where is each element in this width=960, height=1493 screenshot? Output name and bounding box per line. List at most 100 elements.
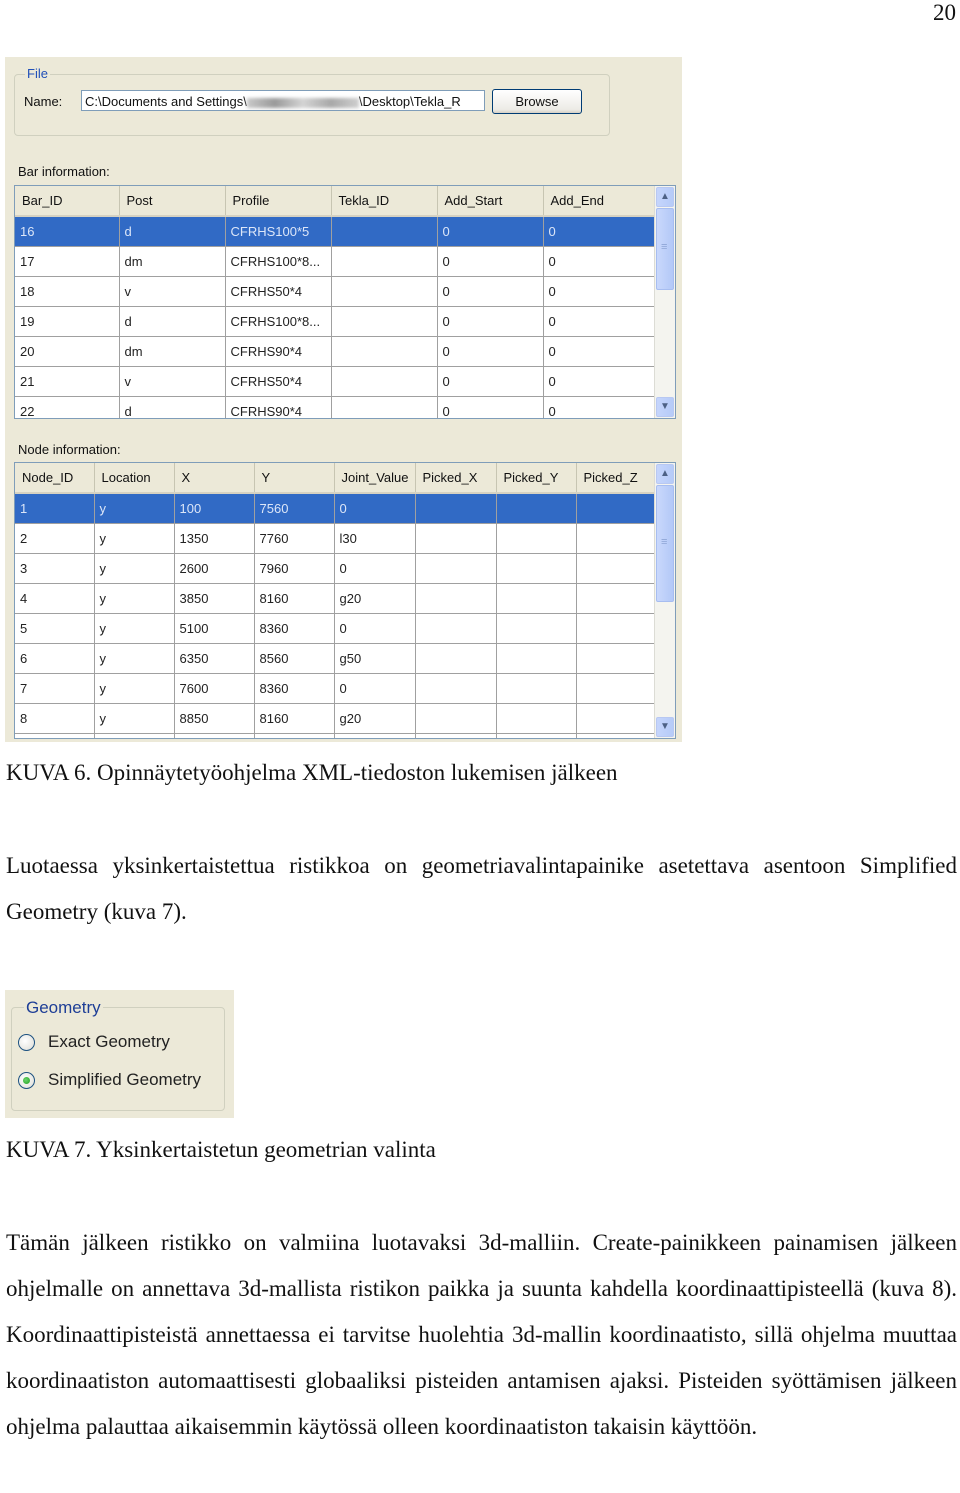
bar-table-cell[interactable] <box>331 306 438 337</box>
bar-table-row[interactable]: 19 d CFRHS100*8... 0 0 <box>15 306 655 337</box>
node-table-cell[interactable]: 8160 <box>254 703 335 734</box>
scroll-up-arrow-icon[interactable]: ▲ <box>656 464 674 484</box>
node-table-cell[interactable] <box>496 553 577 584</box>
node-column-header[interactable]: Y <box>254 463 335 494</box>
node-table-cell[interactable]: 1 <box>15 493 95 524</box>
bar-table-cell[interactable]: d <box>119 306 226 337</box>
node-information-grid[interactable]: Node_ID Location X Y Joint_Value Picked_X Pick… <box>14 462 676 739</box>
node-table-cell[interactable]: 0 <box>334 613 416 644</box>
node-table-cell[interactable] <box>576 553 657 584</box>
node-column-header[interactable]: Picked_X <box>415 463 497 494</box>
bar-table-row[interactable]: 17 dm CFRHS100*8... 0 0 <box>15 246 655 277</box>
node-table-cell[interactable]: 100 <box>174 493 255 524</box>
node-column-header[interactable]: Joint_Value <box>334 463 416 494</box>
bar-column-header[interactable]: Tekla_ID <box>331 186 438 217</box>
browse-button[interactable]: Browse <box>492 89 582 114</box>
node-column-header[interactable]: Picked_Y <box>496 463 577 494</box>
node-table-cell[interactable]: y <box>94 703 175 734</box>
bar-table-cell[interactable] <box>331 246 438 277</box>
bar-table-cell[interactable]: 19 <box>15 306 120 337</box>
bar-table-cell[interactable]: CFRHS50*4 <box>225 366 332 397</box>
bar-table-cell[interactable] <box>331 336 438 367</box>
bar-column-header[interactable]: Profile <box>225 186 332 217</box>
node-table-cell[interactable] <box>576 583 657 614</box>
node-column-header[interactable]: Node_ID <box>15 463 95 494</box>
node-table-cell[interactable]: y <box>94 733 175 738</box>
bar-table-cell[interactable]: 0 <box>543 336 655 367</box>
node-table-cell[interactable]: 3850 <box>174 583 255 614</box>
node-table-cell[interactable] <box>415 493 497 524</box>
bar-table-row[interactable]: 22 d CFRHS90*4 0 0 <box>15 396 655 418</box>
node-table-cell[interactable]: 8160 <box>254 583 335 614</box>
node-table-cell[interactable] <box>576 613 657 644</box>
node-table-row[interactable]: 9y1010079600 <box>15 733 657 738</box>
scroll-thumb[interactable] <box>656 485 674 602</box>
bar-table-cell[interactable]: v <box>119 366 226 397</box>
node-table-cell[interactable] <box>576 523 657 554</box>
node-table-cell[interactable]: 8 <box>15 703 95 734</box>
bar-table-cell[interactable] <box>331 216 438 247</box>
node-table-cell[interactable] <box>415 553 497 584</box>
bar-table-row[interactable]: 18 v CFRHS50*4 0 0 <box>15 276 655 307</box>
node-table-cell[interactable]: 5100 <box>174 613 255 644</box>
bar-table-row[interactable]: 20 dm CFRHS90*4 0 0 <box>15 336 655 367</box>
node-table-cell[interactable] <box>576 703 657 734</box>
node-table-cell[interactable] <box>576 493 657 524</box>
bar-table-cell[interactable]: CFRHS50*4 <box>225 276 332 307</box>
bar-table-cell[interactable]: 0 <box>543 276 655 307</box>
node-table-cell[interactable]: y <box>94 613 175 644</box>
bar-column-header[interactable]: Add_Start <box>437 186 544 217</box>
node-table-cell[interactable]: y <box>94 673 175 704</box>
bar-table-cell[interactable]: v <box>119 276 226 307</box>
bar-table-cell[interactable]: 0 <box>437 216 544 247</box>
node-table-cell[interactable]: 10100 <box>174 733 255 738</box>
node-table-cell[interactable]: 8360 <box>254 673 335 704</box>
node-table-cell[interactable]: 8850 <box>174 703 255 734</box>
radio-exact-geometry[interactable]: Exact Geometry <box>18 1032 170 1052</box>
node-table-cell[interactable] <box>415 673 497 704</box>
node-table-cell[interactable] <box>576 643 657 674</box>
bar-table-cell[interactable]: 0 <box>437 306 544 337</box>
bar-table-cell[interactable]: 0 <box>543 306 655 337</box>
node-table-cell[interactable]: 3 <box>15 553 95 584</box>
node-table-cell[interactable] <box>496 493 577 524</box>
bar-table-cell[interactable]: 21 <box>15 366 120 397</box>
node-table-cell[interactable] <box>496 703 577 734</box>
node-table-cell[interactable]: 2 <box>15 523 95 554</box>
bar-table-cell[interactable]: 0 <box>543 396 655 418</box>
node-table-cell[interactable] <box>496 733 577 738</box>
node-table-row[interactable]: 4 y 3850 8160 g20 <box>15 583 657 614</box>
node-table-cell[interactable] <box>496 673 577 704</box>
node-table-cell[interactable]: 7760 <box>254 523 335 554</box>
node-table-cell[interactable]: 8560 <box>254 643 335 674</box>
bar-grid-scrollbar[interactable]: ▲ ▼ <box>654 186 675 418</box>
bar-table-cell[interactable]: 17 <box>15 246 120 277</box>
bar-table-cell[interactable]: 22 <box>15 396 120 418</box>
bar-column-header[interactable]: Bar_ID <box>15 186 120 217</box>
bar-table-cell[interactable]: 18 <box>15 276 120 307</box>
scroll-down-arrow-icon[interactable]: ▼ <box>656 717 674 737</box>
node-table-cell[interactable]: 7560 <box>254 493 335 524</box>
node-table-cell[interactable] <box>415 703 497 734</box>
bar-table-cell[interactable]: 16 <box>15 216 120 247</box>
node-table-row[interactable]: 8 y 8850 8160 g20 <box>15 703 657 734</box>
node-table-cell[interactable]: 7600 <box>174 673 255 704</box>
node-table-cell[interactable]: y <box>94 643 175 674</box>
bar-table-row[interactable]: 16 d CFRHS100*5 0 0 <box>15 216 655 247</box>
bar-table-cell[interactable]: 20 <box>15 336 120 367</box>
bar-table-cell[interactable]: CFRHS90*4 <box>225 396 332 418</box>
node-table-cell[interactable]: 6350 <box>174 643 255 674</box>
node-grid-scrollbar[interactable]: ▲ ▼ <box>654 463 675 738</box>
node-table-cell[interactable] <box>415 733 497 738</box>
node-table-cell[interactable]: y <box>94 493 175 524</box>
node-table-cell[interactable] <box>576 673 657 704</box>
node-table-row[interactable]: 7 y 7600 8360 0 <box>15 673 657 704</box>
bar-table-cell[interactable]: 0 <box>437 336 544 367</box>
bar-table-cell[interactable]: dm <box>119 336 226 367</box>
node-table-cell[interactable] <box>496 643 577 674</box>
node-table-cell[interactable] <box>415 613 497 644</box>
node-table-row[interactable]: 6 y 6350 8560 g50 <box>15 643 657 674</box>
bar-table-cell[interactable]: CFRHS100*8... <box>225 246 332 277</box>
radio-simplified-geometry[interactable]: Simplified Geometry <box>18 1070 201 1090</box>
node-table-cell[interactable] <box>415 583 497 614</box>
